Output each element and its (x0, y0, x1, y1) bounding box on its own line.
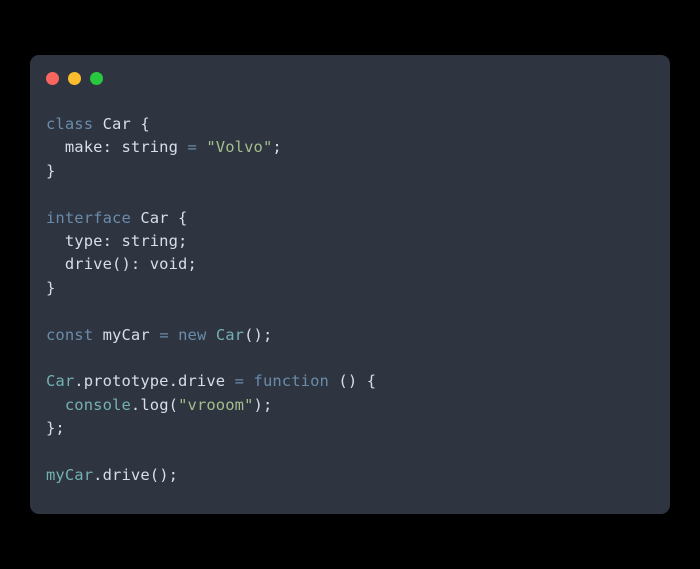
code-token-plain: }; (46, 419, 65, 438)
code-token-keyword: new (178, 325, 207, 344)
code-token-plain: make: string (46, 138, 188, 157)
code-token-plain: ; (272, 138, 282, 157)
maximize-window-button[interactable] (90, 71, 103, 85)
code-token-type: Car (215, 325, 245, 344)
code-token-plain: () { (328, 372, 377, 391)
minimize-window-button[interactable] (68, 71, 81, 85)
code-token-plain: .drive(); (93, 465, 179, 484)
code-token-plain: Car { (93, 115, 150, 133)
code-line: type: string; (46, 230, 654, 253)
code-token-operator: = (234, 372, 245, 391)
code-line: drive(): void; (46, 253, 654, 276)
code-token-plain: (); (244, 325, 273, 344)
code-token-plain: drive(): void; (46, 255, 197, 274)
code-token-blank (46, 185, 55, 203)
code-token-plain: .log( (130, 395, 179, 414)
code-line (46, 347, 654, 370)
code-line: console.log("vrooom"); (46, 394, 654, 417)
code-token-keyword: class (46, 115, 94, 133)
code-token-plain: type: string; (46, 231, 188, 250)
close-window-button[interactable] (46, 71, 59, 85)
code-token-blank (46, 349, 55, 367)
code-block[interactable]: class Car { make: string = "Volvo";} int… (30, 101, 670, 514)
code-token-blank (46, 442, 55, 460)
code-token-operator: = (187, 138, 197, 157)
code-token-plain: .prototype.drive (74, 372, 235, 391)
code-token-keyword: const (46, 325, 94, 344)
code-snippet-card: class Car { make: string = "Volvo";} int… (30, 55, 670, 514)
code-token-plain: } (46, 161, 56, 180)
code-token-keyword: function (253, 372, 329, 391)
code-token-keyword: interface (46, 208, 131, 227)
code-token-plain: myCar (93, 325, 160, 344)
code-line: myCar.drive(); (46, 464, 654, 487)
code-line (46, 300, 654, 323)
code-token-string: "Volvo" (206, 138, 273, 157)
code-line: class Car { (46, 113, 654, 136)
code-token-type: myCar (46, 465, 94, 484)
code-line: Car.prototype.drive = function () { (46, 370, 654, 393)
code-token-type: Car (46, 372, 75, 391)
code-line: make: string = "Volvo"; (46, 136, 654, 159)
code-line (46, 440, 654, 463)
code-line: const myCar = new Car(); (46, 324, 654, 347)
code-token-string: "vrooom" (178, 395, 254, 414)
code-token-plain: } (46, 278, 56, 297)
code-token-plain: ); (253, 395, 273, 414)
code-token-blank (46, 302, 55, 320)
screen: class Car { make: string = "Volvo";} int… (0, 0, 700, 569)
code-line: } (46, 277, 654, 300)
code-line: interface Car { (46, 207, 654, 230)
code-token-type: console (64, 395, 131, 414)
code-line: } (46, 160, 654, 183)
window-titlebar[interactable] (30, 55, 670, 101)
code-line (46, 183, 654, 206)
code-token-operator: = (159, 325, 169, 344)
code-line: }; (46, 417, 654, 440)
code-token-plain: Car { (130, 208, 188, 227)
